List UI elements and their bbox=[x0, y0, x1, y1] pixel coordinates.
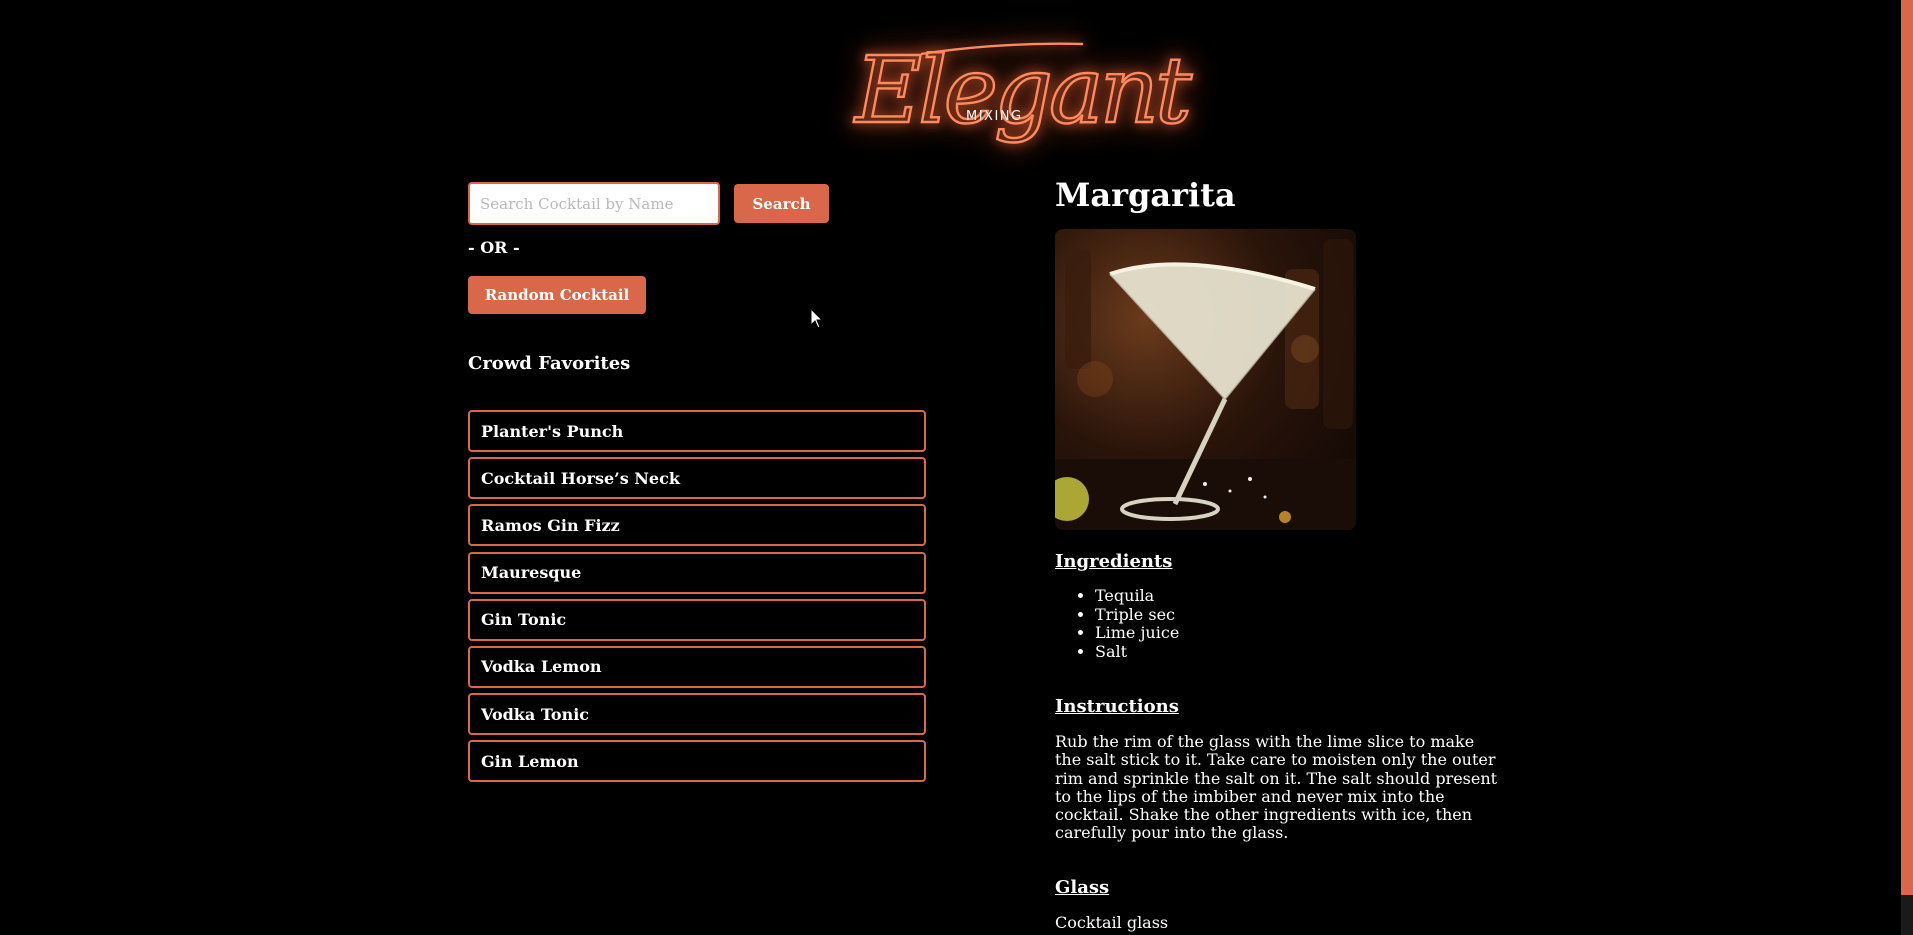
margarita-glass-illustration bbox=[1055, 239, 1356, 530]
ingredient-item: Triple sec bbox=[1095, 605, 1179, 625]
logo-sub-text: MIXING bbox=[966, 109, 1023, 124]
favorite-item[interactable]: Vodka Lemon bbox=[468, 645, 926, 688]
favorite-item[interactable]: Vodka Tonic bbox=[468, 693, 926, 736]
favorite-item[interactable]: Gin Lemon bbox=[468, 740, 926, 783]
page-scrollbar[interactable] bbox=[1901, 0, 1913, 935]
crowd-favorites-title: Crowd Favorites bbox=[468, 353, 631, 374]
favorite-item[interactable]: Cocktail Horse’s Neck bbox=[468, 457, 926, 500]
favorite-item[interactable]: Gin Tonic bbox=[468, 598, 926, 641]
ingredient-item: Salt bbox=[1095, 642, 1179, 662]
crowd-favorites-list: Planter's Punch Cocktail Horse’s Neck Ra… bbox=[468, 410, 926, 788]
random-cocktail-button[interactable]: Random Cocktail bbox=[468, 276, 646, 314]
glass-text: Cocktail glass bbox=[1055, 913, 1169, 932]
instructions-text: Rub the rim of the glass with the lime s… bbox=[1055, 732, 1498, 843]
ingredients-list: Tequila Triple sec Lime juice Salt bbox=[1055, 586, 1179, 662]
favorite-item[interactable]: Planter's Punch bbox=[468, 410, 926, 452]
page: Elegant MIXING Search - OR - Random Cock… bbox=[0, 0, 1913, 935]
scrollbar-thumb[interactable] bbox=[1901, 0, 1913, 895]
ingredients-heading: Ingredients bbox=[1055, 551, 1173, 572]
logo-script-text: Elegant bbox=[853, 37, 1193, 144]
or-divider-text: - OR - bbox=[468, 238, 520, 257]
elegant-mixing-logo: Elegant MIXING bbox=[851, 24, 1198, 160]
ingredient-item: Tequila bbox=[1095, 586, 1179, 606]
logo-graphic: Elegant MIXING bbox=[852, 36, 1198, 145]
ingredient-item: Lime juice bbox=[1095, 624, 1179, 643]
favorite-item[interactable]: Ramos Gin Fizz bbox=[468, 504, 926, 547]
cocktail-name: Margarita bbox=[1055, 176, 1236, 214]
cocktail-image bbox=[1055, 229, 1356, 530]
mouse-pointer-icon bbox=[810, 308, 824, 329]
instructions-heading: Instructions bbox=[1055, 696, 1179, 717]
search-input[interactable] bbox=[468, 182, 720, 225]
glass-heading: Glass bbox=[1055, 877, 1110, 898]
search-button[interactable]: Search bbox=[734, 184, 829, 223]
favorite-item[interactable]: Mauresque bbox=[468, 551, 926, 594]
